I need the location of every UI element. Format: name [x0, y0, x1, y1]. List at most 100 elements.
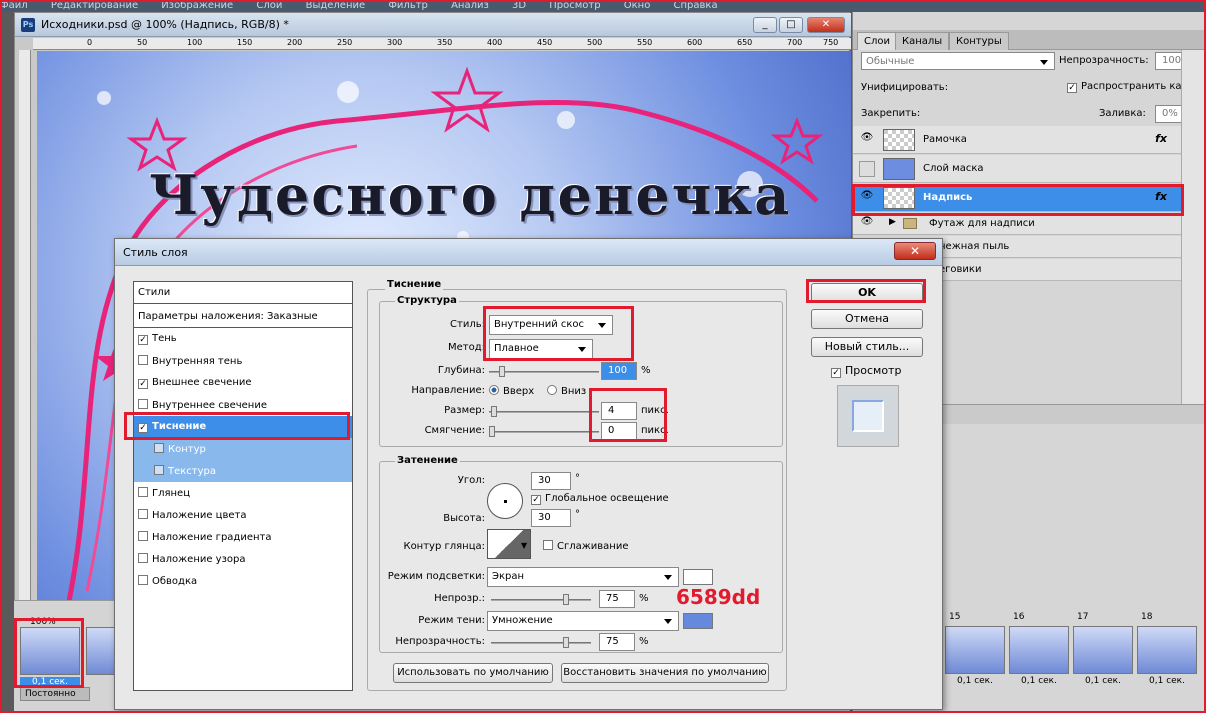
ok-button[interactable]: OK [811, 283, 923, 303]
anti-aliased-checkbox[interactable]: Сглаживание [543, 540, 628, 552]
depth-input[interactable]: 100 [601, 362, 637, 380]
shadow-opacity-label: Непрозрачность: [395, 636, 485, 647]
menu-layer[interactable]: Слой [256, 0, 282, 11]
styles-header[interactable]: Стили [134, 282, 352, 304]
depth-slider[interactable] [489, 366, 599, 377]
preview-checkbox[interactable]: ✓ Просмотр [831, 364, 901, 378]
direction-down-radio[interactable]: Вниз [547, 385, 586, 397]
make-default-button[interactable]: Использовать по умолчанию [393, 663, 553, 683]
size-slider-knob[interactable] [491, 406, 497, 417]
style-item-stroke[interactable]: Обводка [134, 570, 352, 592]
highlight-opacity-knob[interactable] [563, 594, 569, 605]
direction-label: Направление: [411, 385, 485, 396]
animation-frame[interactable]: 17 0,1 сек. [1073, 610, 1137, 690]
altitude-input[interactable]: 30 [531, 509, 571, 527]
shadow-opacity-input[interactable]: 75 [599, 633, 635, 651]
eye-icon[interactable]: 👁 [859, 216, 875, 232]
reset-default-button[interactable]: Восстановить значения по умолчанию [561, 663, 769, 683]
shadow-opacity-knob[interactable] [563, 637, 569, 648]
eye-icon[interactable] [859, 161, 875, 177]
style-item-inner-glow[interactable]: Внутреннее свечение [134, 394, 352, 416]
soften-slider[interactable] [489, 426, 599, 437]
layer-row[interactable]: 👁 Рамочка fx [853, 126, 1181, 154]
animation-frame[interactable]: 0,1 сек. [20, 611, 84, 691]
angle-dial[interactable] [487, 483, 523, 519]
size-slider[interactable] [489, 406, 599, 417]
style-item-contour[interactable]: Контур [134, 438, 352, 460]
ruler-tick: 750 [823, 38, 839, 47]
menu-window[interactable]: Окно [624, 0, 651, 11]
style-item-bevel-emboss[interactable]: ✓ Тиснение [134, 416, 352, 438]
blending-options-item[interactable]: Параметры наложения: Заказные [134, 306, 352, 328]
style-item-pattern-overlay[interactable]: Наложение узора [134, 548, 352, 570]
loop-select[interactable]: Постоянно [20, 687, 90, 701]
bevel-style-select[interactable]: Внутренний скос [489, 315, 613, 335]
eye-icon[interactable]: 👁 [859, 132, 875, 148]
close-button[interactable]: ✕ [807, 17, 845, 33]
style-item-inner-shadow[interactable]: Внутренняя тень [134, 350, 352, 372]
frame-delay[interactable]: 0,1 сек. [20, 677, 80, 687]
tab-layers[interactable]: Слои [857, 32, 897, 50]
style-item-outer-glow[interactable]: ✓ Внешнее свечение [134, 372, 352, 394]
layer-row-selected[interactable]: 👁 Надпись fx [853, 184, 1181, 212]
style-item-satin[interactable]: Глянец [134, 482, 352, 504]
style-item-gradient-overlay[interactable]: Наложение градиента [134, 526, 352, 548]
layers-scrollbar[interactable] [1181, 50, 1205, 410]
layer-row[interactable]: Слой маска [853, 155, 1181, 183]
soften-input[interactable]: 0 [601, 422, 637, 440]
animation-frame[interactable]: 18 0,1 сек. [1137, 610, 1201, 690]
ruler-tick: 500 [587, 38, 603, 47]
menu-image[interactable]: Изображение [161, 0, 233, 11]
menu-filter[interactable]: Фильтр [388, 0, 428, 11]
eye-icon[interactable]: 👁 [859, 190, 875, 206]
menu-3d[interactable]: 3D [512, 0, 526, 11]
soften-slider-knob[interactable] [489, 426, 495, 437]
menu-select[interactable]: Выделение [306, 0, 366, 11]
soften-label: Смягчение: [424, 425, 485, 436]
style-item-texture[interactable]: Текстура [134, 460, 352, 482]
angle-input[interactable]: 30 [531, 472, 571, 490]
blend-mode-select[interactable]: Обычные [861, 52, 1055, 70]
global-light-checkbox[interactable]: ✓ Глобальное освещение [531, 493, 669, 505]
depth-slider-knob[interactable] [499, 366, 505, 377]
menu-file[interactable]: Файл [0, 0, 28, 11]
fx-icon[interactable]: fx [1155, 190, 1167, 203]
fx-icon[interactable]: fx [1155, 132, 1167, 145]
minimize-button[interactable]: _ [753, 17, 777, 33]
layer-name: Слой маска [923, 163, 984, 174]
shadow-mode-select[interactable]: Умножение [487, 611, 679, 631]
animation-frame[interactable]: 15 0,1 сек. [945, 610, 1009, 690]
ruler-tick: 450 [537, 38, 553, 47]
layer-name: Рамочка [923, 134, 967, 145]
menu-help[interactable]: Справка [674, 0, 718, 11]
document-titlebar[interactable]: Ps Исходники.psd @ 100% (Надпись, RGB/8)… [15, 13, 851, 37]
direction-up-radio[interactable]: Вверх [489, 385, 534, 397]
tab-paths[interactable]: Контуры [949, 32, 1009, 50]
highlight-color-swatch[interactable] [683, 569, 713, 585]
highlight-opacity-slider[interactable] [491, 594, 591, 605]
shadow-opacity-unit: % [639, 636, 649, 647]
shadow-color-swatch[interactable] [683, 613, 713, 629]
dialog-close-button[interactable]: ✕ [894, 242, 936, 260]
tab-channels[interactable]: Каналы [895, 32, 950, 50]
opacity-label: Непрозрачность: [1059, 55, 1149, 66]
size-input[interactable]: 4 [601, 402, 637, 420]
style-item-drop-shadow[interactable]: ✓ Тень [134, 328, 352, 350]
highlight-opacity-input[interactable]: 75 [599, 590, 635, 608]
vertical-ruler [19, 50, 31, 650]
menu-view[interactable]: Просмотр [549, 0, 600, 11]
style-item-color-overlay[interactable]: Наложение цвета [134, 504, 352, 526]
cancel-button[interactable]: Отмена [811, 309, 923, 329]
menu-analysis[interactable]: Анализ [451, 0, 489, 11]
animation-frame[interactable]: 16 0,1 сек. [1009, 610, 1073, 690]
menu-edit[interactable]: Редактирование [51, 0, 138, 11]
layer-group-row[interactable]: 👁 ▶ Футаж для надписи [853, 213, 1181, 235]
chevron-down-icon[interactable]: ▼ [521, 541, 527, 550]
technique-select[interactable]: Плавное [489, 339, 593, 359]
dialog-titlebar[interactable]: Стиль слоя ✕ [115, 239, 942, 266]
new-style-button[interactable]: Новый стиль... [811, 337, 923, 357]
shadow-opacity-slider[interactable] [491, 637, 591, 648]
expand-arrow-icon[interactable]: ▶ [889, 217, 896, 227]
maximize-button[interactable]: □ [779, 17, 803, 33]
highlight-mode-select[interactable]: Экран [487, 567, 679, 587]
